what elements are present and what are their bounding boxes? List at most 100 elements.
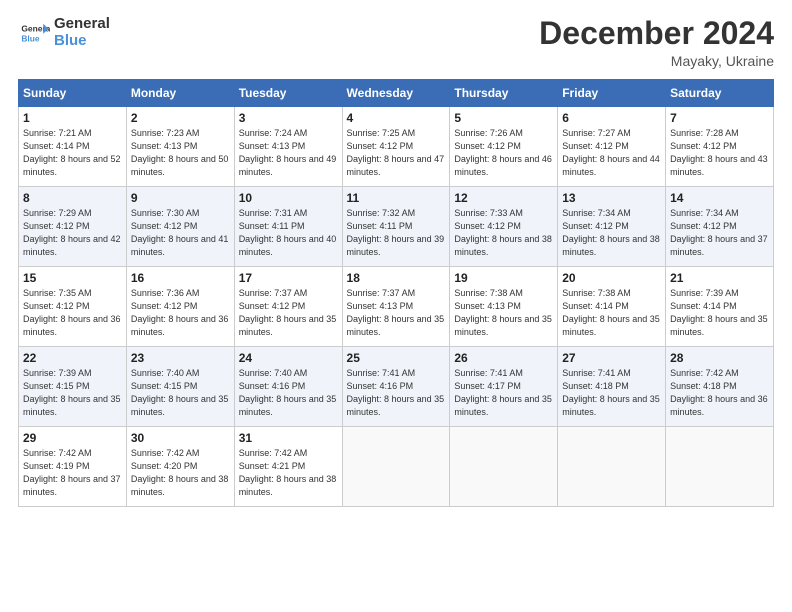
calendar-cell: 28 Sunrise: 7:42 AMSunset: 4:18 PMDayligh… [666, 347, 774, 427]
calendar-cell: 14 Sunrise: 7:34 AMSunset: 4:12 PMDayligh… [666, 187, 774, 267]
day-number: 22 [23, 351, 122, 365]
day-number: 4 [347, 111, 446, 125]
cell-text: Sunrise: 7:42 AMSunset: 4:20 PMDaylight:… [131, 448, 229, 497]
calendar-cell: 19 Sunrise: 7:38 AMSunset: 4:13 PMDayligh… [450, 267, 558, 347]
weekday-header-wednesday: Wednesday [342, 80, 450, 107]
day-number: 10 [239, 191, 338, 205]
month-title: December 2024 [539, 16, 774, 51]
cell-text: Sunrise: 7:41 AMSunset: 4:18 PMDaylight:… [562, 368, 660, 417]
day-number: 26 [454, 351, 553, 365]
calendar-cell [558, 427, 666, 507]
cell-text: Sunrise: 7:40 AMSunset: 4:15 PMDaylight:… [131, 368, 229, 417]
cell-text: Sunrise: 7:40 AMSunset: 4:16 PMDaylight:… [239, 368, 337, 417]
cell-text: Sunrise: 7:42 AMSunset: 4:19 PMDaylight:… [23, 448, 121, 497]
calendar-cell: 16Sunrise: 7:36 AMSunset: 4:12 PMDayligh… [126, 267, 234, 347]
calendar-cell: 9Sunrise: 7:30 AMSunset: 4:12 PMDaylight… [126, 187, 234, 267]
calendar-cell: 12Sunrise: 7:33 AMSunset: 4:12 PMDayligh… [450, 187, 558, 267]
weekday-header-friday: Friday [558, 80, 666, 107]
calendar-cell: 15 Sunrise: 7:35 AMSunset: 4:12 PMDayligh… [19, 267, 127, 347]
cell-text: Sunrise: 7:21 AMSunset: 4:14 PMDaylight:… [23, 128, 121, 177]
day-number: 24 [239, 351, 338, 365]
day-number: 13 [562, 191, 661, 205]
day-number: 11 [347, 191, 446, 205]
day-number: 6 [562, 111, 661, 125]
cell-text: Sunrise: 7:34 AMSunset: 4:12 PMDaylight:… [670, 208, 768, 257]
cell-text: Sunrise: 7:27 AMSunset: 4:12 PMDaylight:… [562, 128, 660, 177]
cell-text: Sunrise: 7:39 AMSunset: 4:15 PMDaylight:… [23, 368, 121, 417]
day-number: 30 [131, 431, 230, 445]
cell-text: Sunrise: 7:37 AMSunset: 4:13 PMDaylight:… [347, 288, 445, 337]
location: Mayaky, Ukraine [539, 53, 774, 69]
cell-text: Sunrise: 7:38 AMSunset: 4:13 PMDaylight:… [454, 288, 552, 337]
cell-text: Sunrise: 7:29 AMSunset: 4:12 PMDaylight:… [23, 208, 121, 257]
cell-text: Sunrise: 7:39 AMSunset: 4:14 PMDaylight:… [670, 288, 768, 337]
cell-text: Sunrise: 7:26 AMSunset: 4:12 PMDaylight:… [454, 128, 552, 177]
cell-text: Sunrise: 7:32 AMSunset: 4:11 PMDaylight:… [347, 208, 445, 257]
day-number: 15 [23, 271, 122, 285]
calendar-cell: 2 Sunrise: 7:23 AMSunset: 4:13 PMDaylight… [126, 107, 234, 187]
day-number: 1 [23, 111, 122, 125]
logo: General Blue General Blue [18, 16, 110, 49]
calendar-cell: 7 Sunrise: 7:28 AMSunset: 4:12 PMDaylight… [666, 107, 774, 187]
day-number: 5 [454, 111, 553, 125]
day-number: 21 [670, 271, 769, 285]
day-number: 8 [23, 191, 122, 205]
cell-text: Sunrise: 7:36 AMSunset: 4:12 PMDaylight:… [131, 288, 229, 337]
day-number: 29 [23, 431, 122, 445]
cell-text: Sunrise: 7:31 AMSunset: 4:11 PMDaylight:… [239, 208, 337, 257]
cell-text: Sunrise: 7:25 AMSunset: 4:12 PMDaylight:… [347, 128, 445, 177]
calendar-cell: 17Sunrise: 7:37 AMSunset: 4:12 PMDayligh… [234, 267, 342, 347]
cell-text: Sunrise: 7:30 AMSunset: 4:12 PMDaylight:… [131, 208, 229, 257]
day-number: 14 [670, 191, 769, 205]
calendar-cell: 1 Sunrise: 7:21 AMSunset: 4:14 PMDaylight… [19, 107, 127, 187]
cell-text: Sunrise: 7:23 AMSunset: 4:13 PMDaylight:… [131, 128, 229, 177]
calendar-cell: 6 Sunrise: 7:27 AMSunset: 4:12 PMDaylight… [558, 107, 666, 187]
cell-text: Sunrise: 7:38 AMSunset: 4:14 PMDaylight:… [562, 288, 660, 337]
svg-text:Blue: Blue [21, 33, 40, 43]
day-number: 27 [562, 351, 661, 365]
logo-icon: General Blue [18, 17, 50, 49]
calendar-table: SundayMondayTuesdayWednesdayThursdayFrid… [18, 79, 774, 507]
day-number: 20 [562, 271, 661, 285]
day-number: 2 [131, 111, 230, 125]
cell-text: Sunrise: 7:33 AMSunset: 4:12 PMDaylight:… [454, 208, 552, 257]
weekday-header-monday: Monday [126, 80, 234, 107]
day-number: 19 [454, 271, 553, 285]
day-number: 17 [239, 271, 338, 285]
calendar-cell: 30 Sunrise: 7:42 AMSunset: 4:20 PMDayligh… [126, 427, 234, 507]
title-block: December 2024 Mayaky, Ukraine [539, 16, 774, 69]
calendar-cell: 11 Sunrise: 7:32 AMSunset: 4:11 PMDayligh… [342, 187, 450, 267]
calendar-cell: 18 Sunrise: 7:37 AMSunset: 4:13 PMDayligh… [342, 267, 450, 347]
cell-text: Sunrise: 7:35 AMSunset: 4:12 PMDaylight:… [23, 288, 121, 337]
logo-text: General Blue [54, 16, 110, 49]
weekday-header-tuesday: Tuesday [234, 80, 342, 107]
cell-text: Sunrise: 7:24 AMSunset: 4:13 PMDaylight:… [239, 128, 337, 177]
calendar-cell: 23 Sunrise: 7:40 AMSunset: 4:15 PMDayligh… [126, 347, 234, 427]
day-number: 18 [347, 271, 446, 285]
cell-text: Sunrise: 7:42 AMSunset: 4:21 PMDaylight:… [239, 448, 337, 497]
calendar-cell: 26 Sunrise: 7:41 AMSunset: 4:17 PMDayligh… [450, 347, 558, 427]
calendar-cell: 4 Sunrise: 7:25 AMSunset: 4:12 PMDaylight… [342, 107, 450, 187]
calendar-cell [450, 427, 558, 507]
cell-text: Sunrise: 7:34 AMSunset: 4:12 PMDaylight:… [562, 208, 660, 257]
cell-text: Sunrise: 7:28 AMSunset: 4:12 PMDaylight:… [670, 128, 768, 177]
cell-text: Sunrise: 7:41 AMSunset: 4:16 PMDaylight:… [347, 368, 445, 417]
page-header: General Blue General Blue December 2024 … [18, 16, 774, 69]
calendar-cell [666, 427, 774, 507]
calendar-cell: 27 Sunrise: 7:41 AMSunset: 4:18 PMDayligh… [558, 347, 666, 427]
cell-text: Sunrise: 7:41 AMSunset: 4:17 PMDaylight:… [454, 368, 552, 417]
day-number: 23 [131, 351, 230, 365]
calendar-cell [342, 427, 450, 507]
calendar-cell: 10 Sunrise: 7:31 AMSunset: 4:11 PMDayligh… [234, 187, 342, 267]
calendar-cell: 8 Sunrise: 7:29 AMSunset: 4:12 PMDaylight… [19, 187, 127, 267]
calendar-cell: 21 Sunrise: 7:39 AMSunset: 4:14 PMDayligh… [666, 267, 774, 347]
day-number: 28 [670, 351, 769, 365]
day-number: 25 [347, 351, 446, 365]
calendar-cell: 29 Sunrise: 7:42 AMSunset: 4:19 PMDayligh… [19, 427, 127, 507]
day-number: 7 [670, 111, 769, 125]
day-number: 3 [239, 111, 338, 125]
weekday-header-thursday: Thursday [450, 80, 558, 107]
calendar-cell: 22 Sunrise: 7:39 AMSunset: 4:15 PMDayligh… [19, 347, 127, 427]
cell-text: Sunrise: 7:42 AMSunset: 4:18 PMDaylight:… [670, 368, 768, 417]
weekday-header-sunday: Sunday [19, 80, 127, 107]
